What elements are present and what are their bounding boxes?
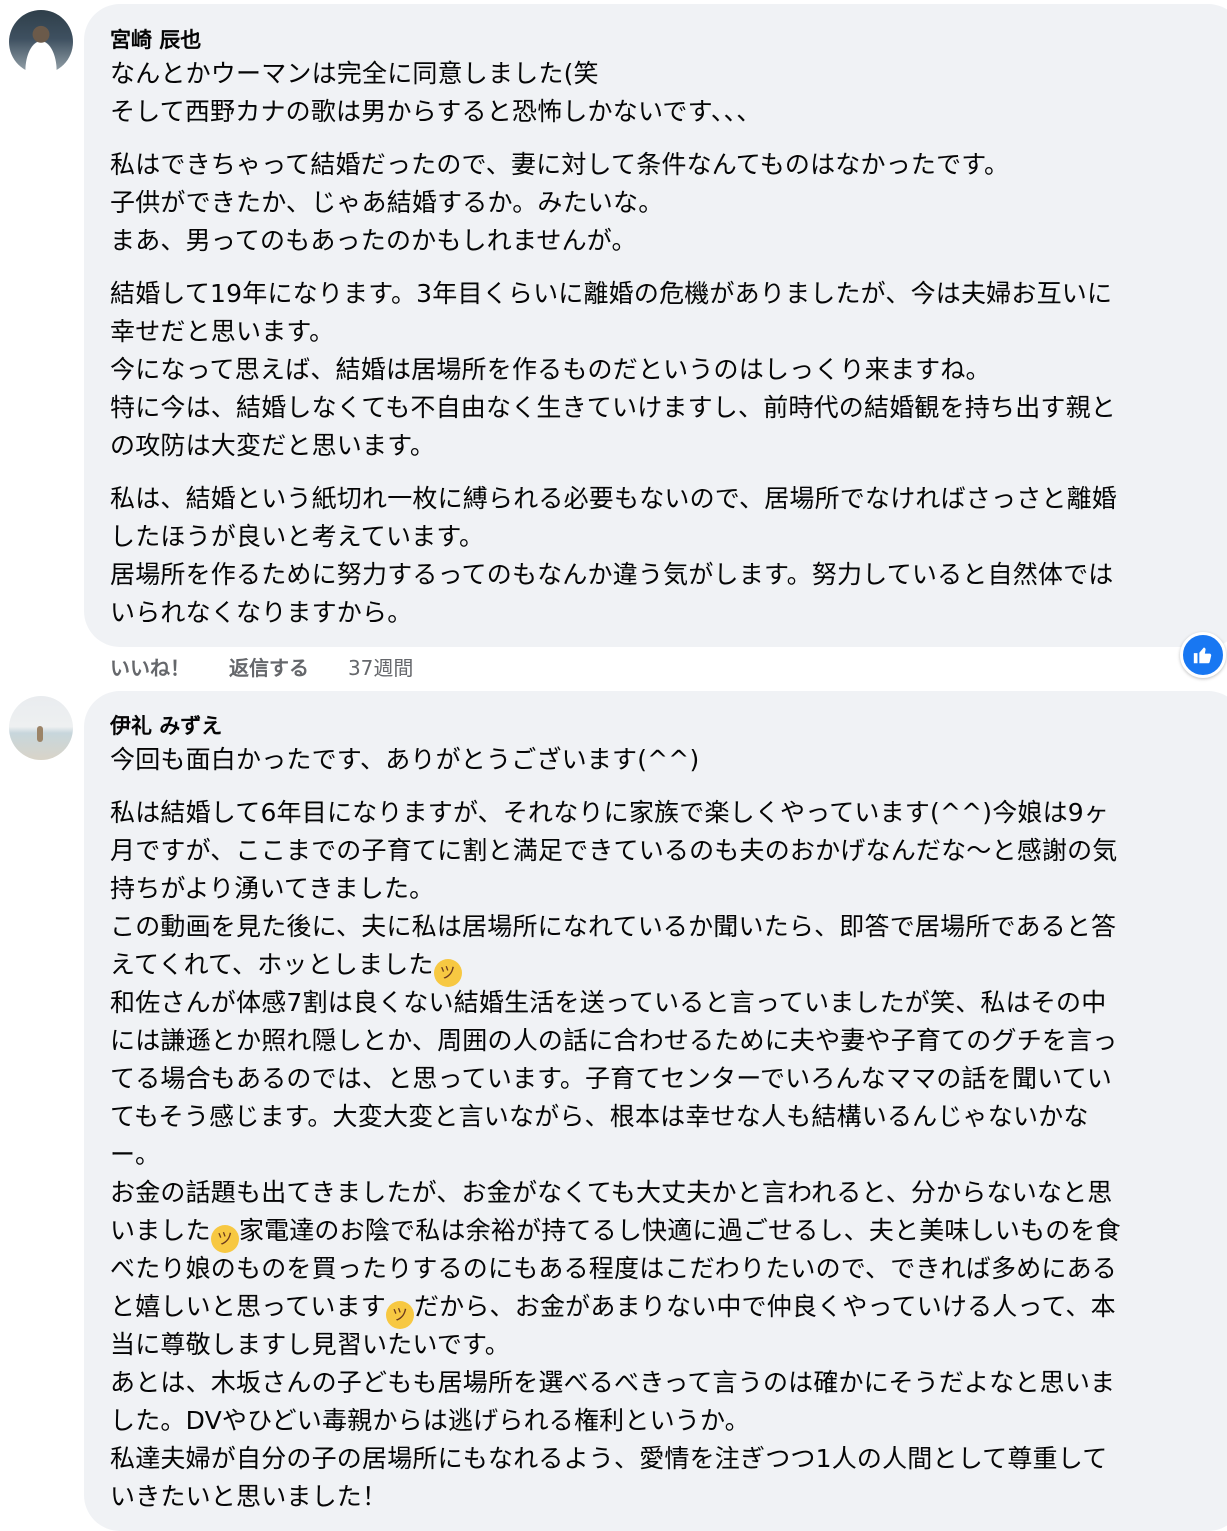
comment-text-line: ー。 xyxy=(110,1140,161,1169)
grinning-face-emoji: ツ xyxy=(385,1301,414,1329)
comment-text-line: べたり娘のものを買ったりするのにもある程度はこだわりたいので、できれば多めにある xyxy=(110,1254,1118,1283)
comment-author[interactable]: 宮崎 辰也 xyxy=(110,24,201,54)
comment-text-line: と嬉しいと思っていますツだから、お金があまりない中で仲良くやっていける人って、本 xyxy=(110,1292,1116,1329)
comment-text-line: した。DVやひどい毒親からは逃げられる権利というか。 xyxy=(110,1406,750,1435)
comment-text-line: 子供ができたか、じゃあ結婚するか。みたいな。 xyxy=(110,188,664,217)
comment-text-line: 私達夫婦が自分の子の居場所にもなれるよう、愛情を注ぎつつ1人の人間として尊重して xyxy=(110,1444,1108,1473)
comment-text-line: 持ちがより湧いてきました。 xyxy=(110,874,435,903)
like-reaction-badge[interactable] xyxy=(1180,632,1226,678)
comment-text-line: 今になって思えば、結婚は居場所を作るものだというのはしっくり来ますね。 xyxy=(110,355,991,384)
like-link[interactable]: いいね！ xyxy=(110,656,190,680)
comment-text-line: 特に今は、結婚しなくても不自由なく生きていけますし、前時代の結婚観を持ち出す親と xyxy=(110,393,1117,422)
timestamp[interactable]: 37週間 xyxy=(348,656,413,680)
comment-text-line: 私はできちゃって結婚だったので、妻に対して条件なんてものはなかったです。 xyxy=(110,150,1010,179)
comment-text-line: いきたいと思いました！ xyxy=(110,1482,388,1511)
comment-text-line: あとは、木坂さんの子どもも居場所を選べるべきって言うのは確かにそうだよなと思いま xyxy=(110,1368,1116,1397)
comment-actions: いいね！ 返信する 37週間 xyxy=(110,652,445,681)
comment-text-line: いましたツ家電達のお陰で私は余裕が持てるし快適に過ごせるし、夫と美味しいものを食 xyxy=(110,1216,1121,1253)
comment-text-line: そして西野カナの歌は男からすると恐怖しかないです、、、 xyxy=(110,97,762,126)
comment-text-line: には謙遜とか照れ隠しとか、周囲の人の話に合わせるために夫や妻や子育てのグチを言っ xyxy=(110,1026,1118,1055)
comment-text-line: 結婚して19年になります。3年目くらいに離婚の危機がありましたが、今は夫婦お互い… xyxy=(110,279,1113,308)
comment-text-line: 当に尊敬しますし見習いたいです。 xyxy=(110,1330,510,1359)
comment-text-line: したほうが良いと考えています。 xyxy=(110,522,485,551)
comment-text-line: 月ですが、ここまでの子育てに割と満足できているのも夫のおかげなんだな〜と感謝の気 xyxy=(110,836,1118,865)
comment-text-line: お金の話題も出てきましたが、お金がなくても大丈夫かと言われると、分からないなと思 xyxy=(110,1178,1113,1207)
comment-text-line: まあ、男ってのもあったのかもしれませんが。 xyxy=(110,226,637,255)
comment-text-line: 私は結婚して6年目になりますが、それなりに家族で楽しくやっています(^^)今娘は… xyxy=(110,798,1110,827)
reply-link[interactable]: 返信する xyxy=(229,656,309,680)
comment-text-segment: えてくれて、ホッとしました xyxy=(110,950,434,979)
comment-text-line: この動画を見た後に、夫に私は居場所になれているか聞いたら、即答で居場所であると答 xyxy=(110,912,1117,941)
comment-text-line: てる場合もあるのでは、と思っています。子育てセンターでいろんなママの話を聞いてい xyxy=(110,1064,1113,1093)
comment-text-line: えてくれて、ホッとしましたツ xyxy=(110,950,462,987)
grinning-face-emoji: ツ xyxy=(433,959,462,987)
comment-text-segment: 家電達のお陰で私は余裕が持てるし快適に過ごせるし、夫と美味しいものを食 xyxy=(238,1216,1121,1245)
avatar[interactable] xyxy=(9,10,73,74)
comment-text-segment: だから、お金があまりない中で仲良くやっていける人って、本 xyxy=(413,1292,1116,1321)
comment-text-segment: いました xyxy=(110,1216,211,1245)
comment-text-line: 今回も面白かったです、ありがとうございます(^^) xyxy=(110,745,700,774)
thumbs-up-icon xyxy=(1193,647,1212,664)
sweat-smile-emoji: ツ xyxy=(210,1225,239,1253)
comment-text-line: 私は、結婚という紙切れ一枚に縛られる必要もないので、居場所でなければさっさと離婚 xyxy=(110,484,1118,513)
comment-text-line: 居場所を作るために努力するってのもなんか違う気がします。努力していると自然体では xyxy=(110,560,1114,589)
comment-text-line: なんとかウーマンは完全に同意しました(笑 xyxy=(110,59,599,88)
comment-text-line: の攻防は大変だと思います。 xyxy=(110,431,436,460)
comment-text-line: いられなくなりますから。 xyxy=(110,598,413,627)
comment-text-line: 幸せだと思います。 xyxy=(110,317,335,346)
comment-text-segment: と嬉しいと思っています xyxy=(110,1292,386,1321)
comment-text-line: てもそう感じます。大変大変と言いながら、根本は幸せな人も結構いるんじゃないかな xyxy=(110,1102,1089,1131)
avatar[interactable] xyxy=(9,696,73,760)
comment-author[interactable]: 伊礼 みずえ xyxy=(110,710,222,740)
comment-text-line: 和佐さんが体感7割は良くない結婚生活を送っていると言っていましたが笑、私はその中 xyxy=(110,988,1107,1017)
